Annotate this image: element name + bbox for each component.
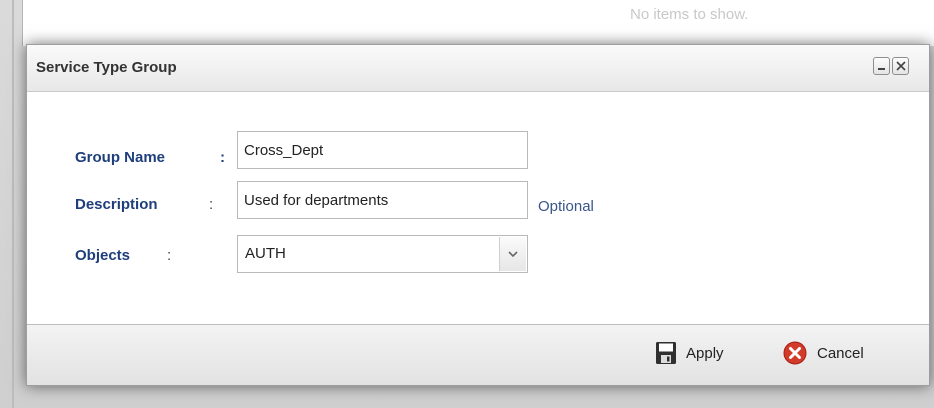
objects-colon: : bbox=[167, 247, 172, 264]
group-name-colon: : bbox=[220, 149, 225, 166]
description-colon: : bbox=[209, 196, 214, 213]
apply-label: Apply bbox=[686, 345, 724, 362]
group-name-label: Group Name bbox=[75, 149, 166, 166]
description-input[interactable] bbox=[237, 181, 528, 219]
minimize-icon[interactable] bbox=[873, 57, 890, 75]
background-list bbox=[22, 0, 934, 46]
dropdown-arrow[interactable] bbox=[499, 237, 526, 271]
dialog-titlebar[interactable]: Service Type Group bbox=[27, 45, 929, 92]
objects-selected-value: AUTH bbox=[245, 245, 286, 262]
objects-label: Objects bbox=[75, 247, 131, 264]
save-icon bbox=[656, 342, 676, 364]
optional-hint: Optional bbox=[538, 198, 594, 215]
cancel-label: Cancel bbox=[817, 345, 864, 362]
description-label: Description bbox=[75, 196, 158, 213]
dialog-title: Service Type Group bbox=[36, 59, 177, 76]
cancel-icon bbox=[783, 341, 807, 365]
close-icon[interactable] bbox=[892, 57, 909, 75]
empty-list-text: No items to show. bbox=[630, 6, 749, 23]
cancel-button[interactable]: Cancel bbox=[783, 337, 903, 371]
service-type-group-dialog: Service Type Group Group Name : Descript… bbox=[26, 44, 930, 386]
group-name-input[interactable] bbox=[237, 131, 528, 169]
background-divider bbox=[12, 0, 14, 408]
chevron-down-icon bbox=[508, 251, 518, 258]
objects-select[interactable]: AUTH bbox=[237, 235, 528, 273]
apply-button[interactable]: Apply bbox=[655, 337, 755, 371]
dialog-footer: Apply Cancel bbox=[27, 324, 929, 385]
